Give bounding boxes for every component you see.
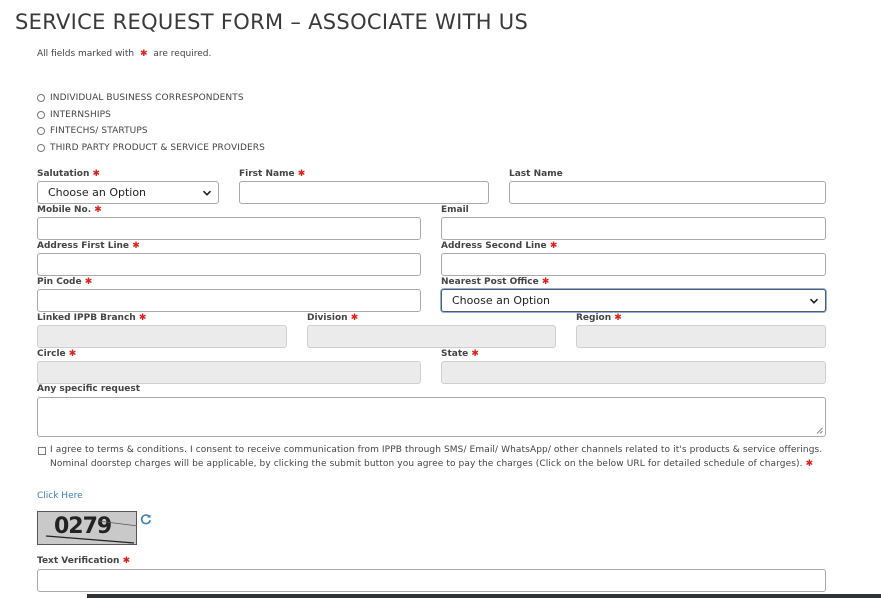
address-first-line-input[interactable] [37, 253, 421, 276]
chevron-down-icon [202, 190, 212, 196]
option-label: INTERNSHIPS [50, 110, 111, 120]
state-label: State ✱ [441, 349, 479, 359]
resize-handle-icon[interactable] [816, 427, 823, 434]
required-marker: ✱ [84, 277, 93, 287]
required-note-suffix: are required. [153, 49, 212, 59]
specific-request-label: Any specific request [37, 384, 140, 394]
chevron-down-icon [809, 298, 819, 304]
radio-button[interactable] [37, 111, 45, 119]
required-marker: ✱ [138, 313, 147, 323]
address-first-line-label: Address First Line ✱ [37, 241, 140, 251]
first-name-label: First Name ✱ [239, 169, 306, 179]
radio-button[interactable] [37, 127, 45, 135]
ippb-branch-input [37, 325, 287, 348]
required-marker: ✱ [139, 49, 148, 59]
post-office-label: Nearest Post Office ✱ [441, 277, 550, 287]
text-verification-label: Text Verification ✱ [37, 556, 131, 566]
bottom-bar [87, 594, 881, 598]
address-second-line-input[interactable] [441, 253, 826, 276]
agreement-text: I agree to terms & conditions. I consent… [50, 445, 823, 469]
charges-schedule-link[interactable]: Click Here [37, 491, 83, 501]
radio-button[interactable] [37, 94, 45, 102]
option-label: FINTECHS/ STARTUPS [50, 126, 148, 136]
required-note: All fields marked with ✱ are required. [37, 49, 211, 59]
required-marker: ✱ [68, 349, 77, 359]
required-marker: ✱ [132, 241, 140, 251]
required-marker: ✱ [549, 241, 558, 251]
ippb-branch-label: Linked IPPB Branch ✱ [37, 313, 147, 323]
region-input [576, 325, 826, 348]
refresh-icon[interactable] [140, 513, 152, 525]
last-name-input[interactable] [509, 181, 826, 204]
mobile-input[interactable] [37, 217, 421, 240]
captcha-noise-lines [45, 520, 136, 544]
captcha-image: 0279 [37, 511, 137, 545]
radio-button[interactable] [37, 144, 45, 152]
circle-label: Circle ✱ [37, 349, 77, 359]
required-note-prefix: All fields marked with [37, 49, 135, 59]
text-verification-input[interactable] [37, 569, 826, 592]
last-name-label: Last Name [509, 169, 563, 179]
salutation-select[interactable]: Choose an Option [37, 181, 219, 204]
option-internships[interactable]: INTERNSHIPS [37, 108, 111, 122]
option-third-party[interactable]: THIRD PARTY PRODUCT & SERVICE PROVIDERS [37, 141, 265, 155]
address-second-line-label: Address Second Line ✱ [441, 241, 558, 251]
option-label: INDIVIDUAL BUSINESS CORRESPONDENTS [50, 93, 244, 103]
circle-input [37, 361, 421, 384]
specific-request-textarea[interactable] [37, 397, 826, 437]
required-marker: ✱ [94, 205, 102, 215]
division-label: Division ✱ [307, 313, 359, 323]
agree-checkbox[interactable] [38, 447, 46, 455]
required-marker: ✱ [122, 556, 131, 566]
option-label: THIRD PARTY PRODUCT & SERVICE PROVIDERS [50, 143, 265, 153]
required-marker: ✱ [350, 313, 359, 323]
pin-code-input[interactable] [37, 289, 421, 312]
option-fintechs[interactable]: FINTECHS/ STARTUPS [37, 124, 148, 138]
salutation-label: Salutation ✱ [37, 169, 101, 179]
post-office-value: Choose an Option [452, 294, 551, 307]
page-title: SERVICE REQUEST FORM – ASSOCIATE WITH US [15, 10, 529, 34]
required-marker: ✱ [471, 349, 479, 359]
required-marker: ✱ [541, 277, 550, 287]
option-individual-bc[interactable]: INDIVIDUAL BUSINESS CORRESPONDENTS [37, 91, 244, 105]
first-name-input[interactable] [239, 181, 489, 204]
division-input [307, 325, 556, 348]
email-input[interactable] [441, 217, 826, 240]
region-label: Region ✱ [576, 313, 622, 323]
post-office-select[interactable]: Choose an Option [441, 289, 826, 312]
email-label: Email [441, 205, 469, 215]
pin-code-label: Pin Code ✱ [37, 277, 93, 287]
mobile-label: Mobile No. ✱ [37, 205, 102, 215]
required-marker: ✱ [92, 169, 101, 179]
required-marker: ✱ [805, 458, 814, 469]
required-marker: ✱ [614, 313, 622, 323]
required-marker: ✱ [297, 169, 306, 179]
salutation-value: Choose an Option [48, 186, 147, 199]
state-input [441, 361, 826, 384]
